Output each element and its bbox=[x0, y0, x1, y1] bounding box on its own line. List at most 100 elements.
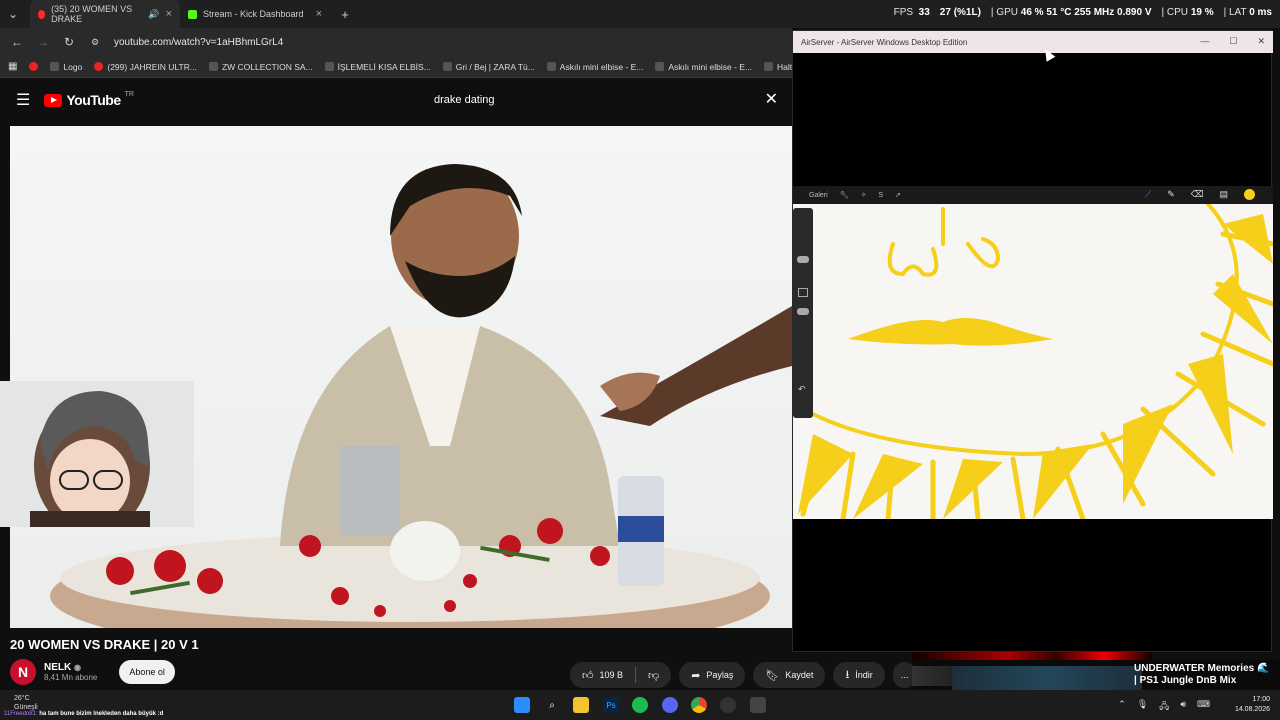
clear-search-icon[interactable]: ✕ bbox=[765, 89, 778, 109]
thumbs-down-icon[interactable]: 👎︎ bbox=[648, 669, 659, 682]
download-icon: ⭳ bbox=[845, 668, 850, 681]
procreate-canvas[interactable]: ↶ bbox=[793, 204, 1273, 519]
brush-size-slider[interactable] bbox=[797, 256, 809, 263]
brush-icon[interactable]: ⟋ bbox=[1145, 189, 1151, 200]
bookmark-halter[interactable]: Halter yaka mini bbox=[764, 62, 792, 72]
color-picker-icon[interactable] bbox=[1244, 189, 1255, 200]
tab-list-chevron-icon[interactable]: ⌄ bbox=[6, 7, 20, 21]
site-info-icon[interactable]: ⚙ bbox=[88, 37, 102, 48]
search-query: drake dating bbox=[434, 94, 495, 106]
bookmark-askili-2[interactable]: Askılı mini elbise - E... bbox=[655, 62, 752, 72]
webcam-frame bbox=[0, 381, 194, 527]
modify-button[interactable] bbox=[798, 288, 808, 297]
airserver-titlebar[interactable]: AirServer - AirServer Windows Desktop Ed… bbox=[793, 31, 1273, 53]
wrench-icon[interactable]: 🔧︎ bbox=[840, 191, 849, 199]
tab-title: Stream - Kick Dashboard bbox=[203, 9, 304, 19]
smudge-icon[interactable]: ✎ bbox=[1167, 189, 1175, 200]
layers-icon[interactable]: ▤ bbox=[1219, 189, 1228, 200]
share-button[interactable]: ➦ Paylaş bbox=[679, 662, 746, 688]
chrome-icon[interactable] bbox=[691, 697, 707, 713]
spotify-icon[interactable] bbox=[632, 697, 648, 713]
hamburger-menu-icon[interactable]: ☰ bbox=[16, 90, 30, 110]
maximize-icon[interactable]: ☐ bbox=[1229, 36, 1237, 47]
eraser-icon[interactable]: ⌫ bbox=[1191, 189, 1204, 200]
procreate-tools: ⟋ ✎ ⌫ ▤ bbox=[1145, 189, 1255, 200]
youtube-icon bbox=[29, 62, 39, 71]
selection-icon[interactable]: S bbox=[878, 192, 883, 199]
adjustments-icon[interactable]: ✧ bbox=[861, 191, 867, 199]
download-button[interactable]: ⭳ İndir bbox=[833, 662, 885, 688]
subscriber-count: 8,41 Mn abone bbox=[44, 673, 98, 682]
like-button[interactable]: 👍︎ 109 B 👎︎ bbox=[570, 662, 672, 688]
search-icon[interactable]: ⌕ bbox=[544, 697, 560, 713]
verified-check-icon: ◉ bbox=[74, 663, 81, 672]
close-icon[interactable]: ✕ bbox=[1257, 36, 1265, 47]
language-icon[interactable]: ⌨ bbox=[1197, 699, 1210, 715]
bookmark-icon: 🔖︎ bbox=[765, 669, 780, 682]
reload-icon[interactable]: ↻ bbox=[62, 35, 76, 49]
kick-favicon-icon bbox=[188, 9, 197, 19]
channel-avatar[interactable]: N bbox=[10, 659, 36, 685]
subscribe-button[interactable]: Abone ol bbox=[119, 660, 175, 684]
tray-overflow-icon[interactable]: ⌃ bbox=[1118, 699, 1126, 715]
transform-icon[interactable]: ➚ bbox=[895, 191, 901, 199]
performance-overlay: FPS 33 27 (%1L) | GPU 46 % 51 °C 255 MHz… bbox=[893, 7, 1272, 18]
bookmark-askili-1[interactable]: Askılı mini elbise - E... bbox=[546, 62, 643, 72]
weather-widget[interactable]: 26°C Güneşli bbox=[14, 694, 38, 712]
sun-drawing bbox=[798, 204, 1273, 519]
photoshop-icon[interactable]: Ps bbox=[603, 697, 619, 713]
bookmark-islemeli[interactable]: İŞLEMELİ KISA ELBİS... bbox=[324, 62, 431, 72]
windows-taskbar: 26°C Güneşli 11Freedo81: ha tam bune biz… bbox=[0, 690, 1280, 720]
windows-start-icon[interactable] bbox=[514, 697, 530, 713]
undo-icon[interactable]: ↶ bbox=[798, 384, 806, 395]
forward-arrow-icon[interactable]: → bbox=[36, 35, 50, 49]
youtube-logo[interactable]: YouTube TR bbox=[44, 91, 134, 108]
obs-icon[interactable] bbox=[720, 697, 736, 713]
now-playing-widget[interactable]: UNDERWATER Memories 🌊 | PS1 Jungle DnB M… bbox=[912, 660, 1280, 690]
tab-kick[interactable]: Stream - Kick Dashboard × bbox=[180, 0, 330, 28]
bookmark-logo[interactable]: Logo bbox=[50, 62, 82, 72]
address-bar: ← → ↻ ⚙ youtube.com/watch?v=1aHBhmLGrL4 bbox=[0, 28, 792, 56]
bookmarks-bar: ▦ Logo (299) JAHREIN ULTR... ZW COLLECTI… bbox=[0, 56, 792, 78]
site-icon bbox=[655, 62, 665, 71]
tab-close-icon[interactable]: × bbox=[166, 8, 172, 20]
bookmark-youtube[interactable] bbox=[29, 62, 39, 71]
channel-row: N NELK ◉ 8,41 Mn abone Abone ol bbox=[10, 659, 175, 685]
discord-icon[interactable] bbox=[662, 697, 678, 713]
site-icon bbox=[546, 62, 556, 71]
save-button[interactable]: 🔖︎ Kaydet bbox=[753, 662, 826, 688]
bookmark-zw[interactable]: ZW COLLECTION SA... bbox=[208, 62, 313, 72]
tab-youtube[interactable]: (35) 20 WOMEN VS DRAKE 🔊 × bbox=[30, 0, 180, 28]
airserver-taskbar-icon[interactable] bbox=[750, 697, 766, 713]
new-tab-button[interactable]: + bbox=[338, 7, 352, 22]
network-icon[interactable]: 🖧 bbox=[1159, 699, 1169, 715]
airserver-window: AirServer - AirServer Windows Desktop Ed… bbox=[792, 30, 1273, 652]
music-title: UNDERWATER Memories 🌊 | PS1 Jungle DnB M… bbox=[1134, 663, 1270, 686]
video-title: 20 WOMEN VS DRAKE | 20 V 1 bbox=[10, 637, 199, 652]
channel-info: NELK ◉ 8,41 Mn abone bbox=[44, 662, 97, 682]
youtube-favicon-icon bbox=[38, 9, 46, 19]
thumbs-up-icon: 👍︎ bbox=[582, 669, 594, 682]
file-explorer-icon[interactable] bbox=[573, 697, 589, 713]
window-controls: — ☐ ✕ bbox=[1200, 36, 1265, 47]
opacity-slider[interactable] bbox=[797, 308, 809, 315]
back-arrow-icon[interactable]: ← bbox=[10, 35, 24, 49]
tab-audio-icon: 🔊 bbox=[148, 8, 160, 19]
microphone-icon[interactable]: 🎙︎ bbox=[1137, 699, 1148, 715]
video-player[interactable] bbox=[10, 126, 792, 628]
apps-grid-icon[interactable]: ▦ bbox=[8, 61, 17, 72]
tab-close-icon[interactable]: × bbox=[316, 8, 322, 20]
procreate-sidebar[interactable]: ↶ bbox=[793, 208, 813, 418]
bookmark-zara[interactable]: Gri / Bej | ZARA Tü... bbox=[442, 62, 535, 72]
url-field[interactable]: youtube.com/watch?v=1aHBhmLGrL4 bbox=[114, 37, 283, 48]
gallery-button[interactable]: Galeri bbox=[809, 192, 828, 199]
volume-icon[interactable]: 🔊︎ bbox=[1180, 699, 1186, 715]
youtube-header: ☰ YouTube TR drake dating ✕ bbox=[0, 78, 792, 122]
site-icon bbox=[764, 62, 773, 71]
clock[interactable]: 17:00 14.08.2026 bbox=[1235, 695, 1270, 715]
procreate-toolbar: Galeri 🔧︎ ✧ S ➚ ⟋ ✎ ⌫ ▤ bbox=[793, 186, 1273, 204]
search-input[interactable]: drake dating ✕ bbox=[424, 86, 784, 114]
bookmark-jahrein[interactable]: (299) JAHREIN ULTR... bbox=[94, 62, 197, 72]
minimize-icon[interactable]: — bbox=[1200, 36, 1209, 47]
channel-name[interactable]: NELK ◉ bbox=[44, 662, 97, 673]
